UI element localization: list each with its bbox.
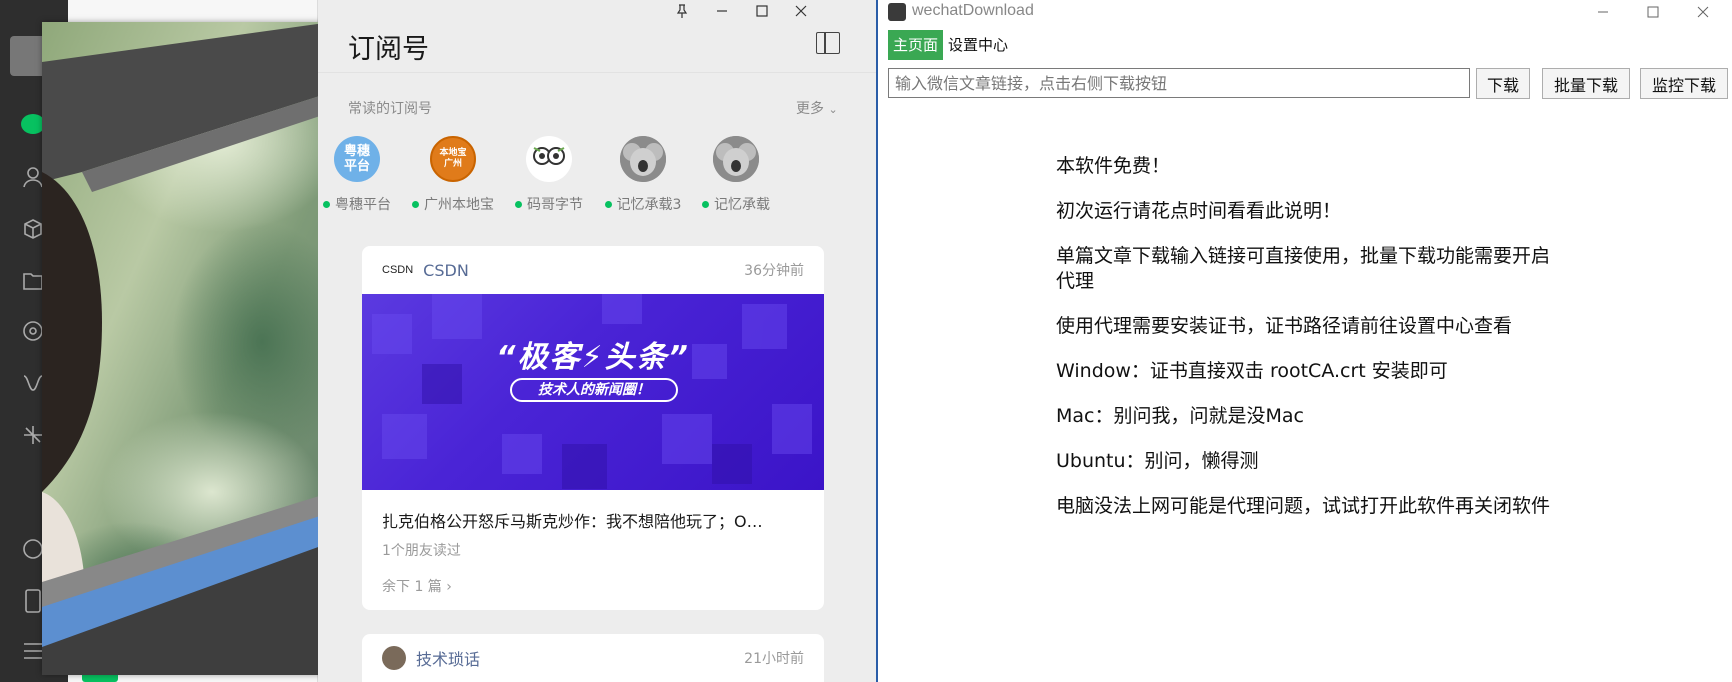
online-dot-icon [412,200,419,208]
article-card[interactable]: 技术琐话 21小时前 [362,634,824,682]
minimize-icon[interactable] [701,0,743,22]
frequent-accounts-label: 常读的订阅号 [348,101,432,117]
account-name: 记忆承载3 [616,197,682,213]
account-item[interactable]: 码哥字节 [504,136,594,214]
account-name-link[interactable]: 技术琐话 [416,646,480,670]
remaining-articles-link[interactable]: 余下 1 篇 › [362,560,824,596]
account-item[interactable]: 本地宝 广州 广州本地宝 [408,136,498,214]
article-card[interactable]: CSDN CSDN 36分钟前 “极客⚡头条” 技术人的新闻圈！ 扎克伯格公开怒… [362,246,824,610]
banner-subtitle: 技术人的新闻圈！ [510,378,678,402]
card-header: 技术琐话 21小时前 [362,634,824,682]
desktop: 订阅号 常读的订阅号 更多 ⌄ 粤穗平台 粤穗平台 本地宝 广州 广州本地宝 码… [0,0,1732,682]
note-ubuntu: Ubuntu：别问，懒得测 [1056,450,1259,472]
tab-main[interactable]: 主页面 [888,30,944,60]
chevron-right-icon: › [446,579,452,595]
instructions-panel: 本软件免费！ 初次运行请花点时间看看此说明！ 单篇文章下载输入链接可直接使用，批… [1056,154,1566,539]
account-item[interactable]: 记忆承载3 [598,136,688,214]
post-time: 21小时前 [744,651,804,667]
account-avatar [526,136,572,182]
chevron-down-icon: ⌄ [828,103,838,116]
pin-icon[interactable] [661,0,703,22]
account-avatar [713,136,759,182]
note-free: 本软件免费！ [1056,155,1171,177]
title-bar: wechatDownload [878,0,1732,24]
wechatdownload-window: wechatDownload 主页面 设置中心 下载 批量下载 监控下载 本软件… [876,0,1732,682]
note-mac: Mac：别问我，问就是没Mac [1056,405,1304,427]
close-icon[interactable] [1680,0,1726,24]
account-name: 码哥字节 [527,197,583,213]
close-icon[interactable] [780,0,822,22]
more-link[interactable]: 更多 ⌄ [796,98,838,118]
tab-bar: 主页面 设置中心 [888,30,1013,60]
koala-icon [620,136,666,182]
article-url-input[interactable] [888,68,1470,98]
batch-download-button[interactable]: 批量下载 [1542,68,1630,99]
online-dot-icon [323,200,330,208]
maximize-icon[interactable] [1630,0,1676,24]
account-avatar: 本地宝 广州 [430,136,476,182]
maximize-icon[interactable] [741,0,783,22]
account-name-link[interactable]: CSDN [423,261,469,280]
account-name: 记忆承载 [714,197,770,213]
download-button[interactable]: 下载 [1476,68,1530,99]
app-icon [888,3,906,21]
csdn-logo: CSDN [382,264,414,276]
note-proxy-issue: 电脑没法上网可能是代理问题，试试打开此软件再关闭软件 [1056,495,1551,517]
post-time: 36分钟前 [744,263,804,279]
account-item[interactable]: 记忆承载 [691,136,781,214]
card-header: CSDN CSDN 36分钟前 [362,246,824,294]
note-certificate: 使用代理需要安装证书，证书路径请前往设置中心查看 [1056,315,1513,337]
avatar-text: 粤穗平台 [343,144,370,174]
account-avatar: 粤穗平台 [334,136,380,182]
account-avatar [382,646,406,670]
wechat-window: 订阅号 常读的订阅号 更多 ⌄ 粤穗平台 粤穗平台 本地宝 广州 广州本地宝 码… [0,0,876,682]
owl-icon [533,147,565,165]
online-dot-icon [604,200,612,208]
page-title: 订阅号 [348,34,429,64]
account-item[interactable]: 粤穗平台 粤穗平台 [312,136,402,214]
more-label: 更多 [796,101,824,117]
koala-icon [713,136,759,182]
article-headline[interactable]: 扎克伯格公开怒斥马斯克炒作：我不想陪他玩了；O… [362,490,824,532]
online-dot-icon [702,200,709,208]
banner-title: “极客⚡头条” [496,340,690,375]
window-title: wechatDownload [912,2,1034,19]
tab-settings[interactable]: 设置中心 [943,30,1013,60]
account-avatar [620,136,666,182]
note-windows: Window：证书直接双击 rootCA.crt 安装即可 [1056,360,1448,382]
account-name: 广州本地宝 [424,197,494,213]
minimize-icon[interactable] [1580,0,1626,24]
photo-viewer-image [42,22,332,675]
account-name: 粤穗平台 [335,197,391,213]
monitor-download-button[interactable]: 监控下载 [1640,68,1728,99]
article-banner-image[interactable]: “极客⚡头条” 技术人的新闻圈！ [362,294,824,490]
online-dot-icon [515,200,522,208]
header-divider [318,72,876,73]
note-first-run: 初次运行请花点时间看看此说明！ [1056,200,1342,222]
sidebar-toggle-icon[interactable] [816,32,840,54]
subscription-pane: 订阅号 常读的订阅号 更多 ⌄ 粤穗平台 粤穗平台 本地宝 广州 广州本地宝 码… [318,0,876,682]
friends-read-count: 1个朋友读过 [382,543,461,559]
note-single-vs-batch: 单篇文章下载输入链接可直接使用，批量下载功能需要开启代理 [1056,245,1551,292]
avatar-text: 本地宝 广州 [439,148,467,169]
remaining-label: 余下 1 篇 [382,579,442,595]
